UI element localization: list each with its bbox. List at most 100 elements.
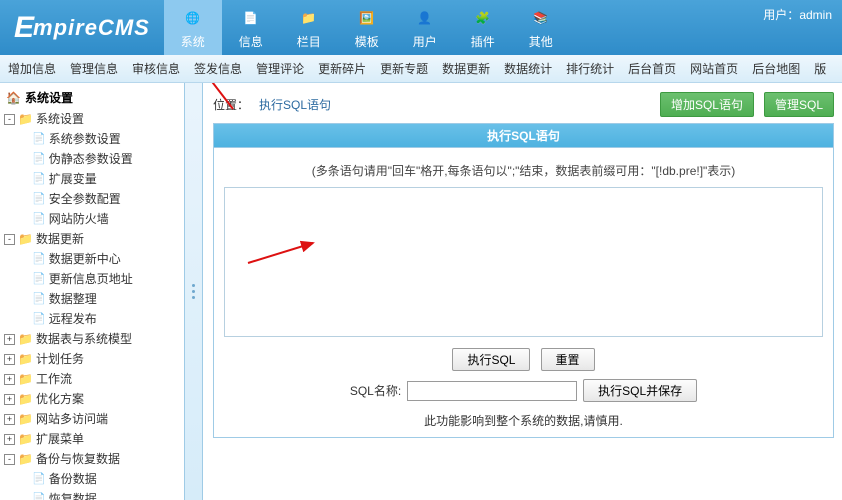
topnav-item-3[interactable]: 🖼️ 模板 [338,0,396,55]
tree-label: 备份数据 [49,469,97,489]
topnav-label: 插件 [471,33,495,50]
splitter[interactable] [185,83,203,500]
subnav-item-10[interactable]: 后台首页 [628,60,676,77]
collapse-icon[interactable]: - [4,234,15,245]
subnav-item-9[interactable]: 排行统计 [566,60,614,77]
subnav-item-13[interactable]: 版 [814,60,826,77]
expand-icon[interactable]: + [4,394,15,405]
manage-sql-button[interactable]: 管理SQL [764,92,834,117]
subnav-item-1[interactable]: 管理信息 [70,60,118,77]
warning-text: 此功能影响到整个系统的数据,请慎用. [224,412,823,429]
subnav-item-8[interactable]: 数据统计 [504,60,552,77]
topnav-item-6[interactable]: 📚其他 [512,0,570,55]
tree-folder[interactable]: +📁数据表与系统模型 [4,329,180,349]
tree-file[interactable]: 📄数据更新中心 [18,249,180,269]
subnav-item-4[interactable]: 管理评论 [256,60,304,77]
tree-label: 网站防火墙 [49,209,109,229]
folder-icon: 📁 [18,449,33,469]
file-icon: 📄 [32,189,46,209]
file-icon: 📄 [32,169,46,189]
tree-folder[interactable]: -📁系统设置 [4,109,180,129]
tree-file[interactable]: 📄数据整理 [18,289,180,309]
subnav-item-3[interactable]: 签发信息 [194,60,242,77]
breadcrumb-label: 位置： [213,96,249,113]
expand-icon[interactable]: + [4,414,15,425]
topnav-label: 栏目 [297,33,321,50]
topnav-icon: 🧩 [470,5,496,31]
top-nav: 🌐系统📄信息📁栏目 🖼️ 模板 👤用户 🧩 插件 📚其他 [164,0,570,55]
sql-name-input[interactable] [407,381,577,401]
button-row-2: SQL名称: [224,379,823,402]
user-name[interactable]: admin [799,8,832,22]
user-area: 用户：admin [763,6,832,23]
topnav-item-5[interactable]: 🧩 插件 [454,0,512,55]
tree-label: 工作流 [36,369,72,389]
expand-icon[interactable]: + [4,354,15,365]
topnav-icon: 🖼️ [354,5,380,31]
logo-text: mpireCMS [33,15,150,41]
tree-file[interactable]: 📄安全参数配置 [18,189,180,209]
reset-button[interactable] [541,348,595,371]
tree-folder[interactable]: +📁优化方案 [4,389,180,409]
sidebar-tree: -📁系统设置📄系统参数设置📄伪静态参数设置📄扩展变量📄安全参数配置📄网站防火墙-… [4,109,180,500]
subnav-item-5[interactable]: 更新碎片 [318,60,366,77]
tree-label: 扩展菜单 [36,429,84,449]
expand-icon[interactable]: + [4,374,15,385]
button-row-1 [224,348,823,371]
logo: EmpireCMS [0,0,164,55]
file-icon: 📄 [32,469,46,489]
tree-label: 数据表与系统模型 [36,329,132,349]
tree-file[interactable]: 📄备份数据 [18,469,180,489]
topnav-label: 模板 [355,33,379,50]
tree-folder[interactable]: +📁工作流 [4,369,180,389]
tree-file[interactable]: 📄恢复数据 [18,489,180,500]
folder-icon: 📁 [18,109,33,129]
topnav-item-2[interactable]: 📁栏目 [280,0,338,55]
folder-icon: 📁 [18,349,33,369]
tree-label: 网站多访问端 [36,409,108,429]
sidebar-title-text: 系统设置 [25,89,73,106]
subnav-item-0[interactable]: 增加信息 [8,60,56,77]
tree-file[interactable]: 📄扩展变量 [18,169,180,189]
user-label: 用户： [763,8,799,22]
topnav-icon: 👤 [412,5,438,31]
file-icon: 📄 [32,249,46,269]
tree-file[interactable]: 📄网站防火墙 [18,209,180,229]
folder-icon: 📁 [18,429,33,449]
expand-icon[interactable]: + [4,434,15,445]
tree-file[interactable]: 📄更新信息页地址 [18,269,180,289]
topnav-item-1[interactable]: 📄信息 [222,0,280,55]
expand-icon[interactable]: + [4,334,15,345]
tree-folder[interactable]: +📁网站多访问端 [4,409,180,429]
tree-file[interactable]: 📄伪静态参数设置 [18,149,180,169]
add-sql-button[interactable]: 增加SQL语句 [660,92,754,117]
tree-label: 计划任务 [36,349,84,369]
sql-textarea[interactable] [224,187,823,337]
tree-folder[interactable]: -📁数据更新 [4,229,180,249]
tree-label: 更新信息页地址 [49,269,133,289]
tree-file[interactable]: 📄系统参数设置 [18,129,180,149]
tree-folder[interactable]: -📁备份与恢复数据 [4,449,180,469]
topnav-label: 系统 [181,33,205,50]
execute-save-button[interactable] [583,379,697,402]
collapse-icon[interactable]: - [4,114,15,125]
tree-file[interactable]: 📄远程发布 [18,309,180,329]
subnav-item-12[interactable]: 后台地图 [752,60,800,77]
subnav-item-6[interactable]: 更新专题 [380,60,428,77]
topnav-item-0[interactable]: 🌐系统 [164,0,222,55]
execute-sql-button[interactable] [452,348,530,371]
folder-icon: 📁 [18,369,33,389]
logo-initial: E [14,11,35,45]
tree-folder[interactable]: +📁扩展菜单 [4,429,180,449]
subnav-item-11[interactable]: 网站首页 [690,60,738,77]
subnav-item-2[interactable]: 审核信息 [132,60,180,77]
sub-nav-bar: 增加信息管理信息审核信息签发信息管理评论更新碎片更新专题数据更新数据统计排行统计… [0,55,842,83]
topnav-item-4[interactable]: 👤用户 [396,0,454,55]
tree-folder[interactable]: +📁计划任务 [4,349,180,369]
collapse-icon[interactable]: - [4,454,15,465]
sql-hint: (多条语句请用"回车"格开,每条语句以";"结束，数据表前缀可用："[!db.p… [224,162,823,179]
sql-name-label: SQL名称: [350,382,401,399]
folder-icon: 📁 [18,329,33,349]
file-icon: 📄 [32,489,46,500]
subnav-item-7[interactable]: 数据更新 [442,60,490,77]
